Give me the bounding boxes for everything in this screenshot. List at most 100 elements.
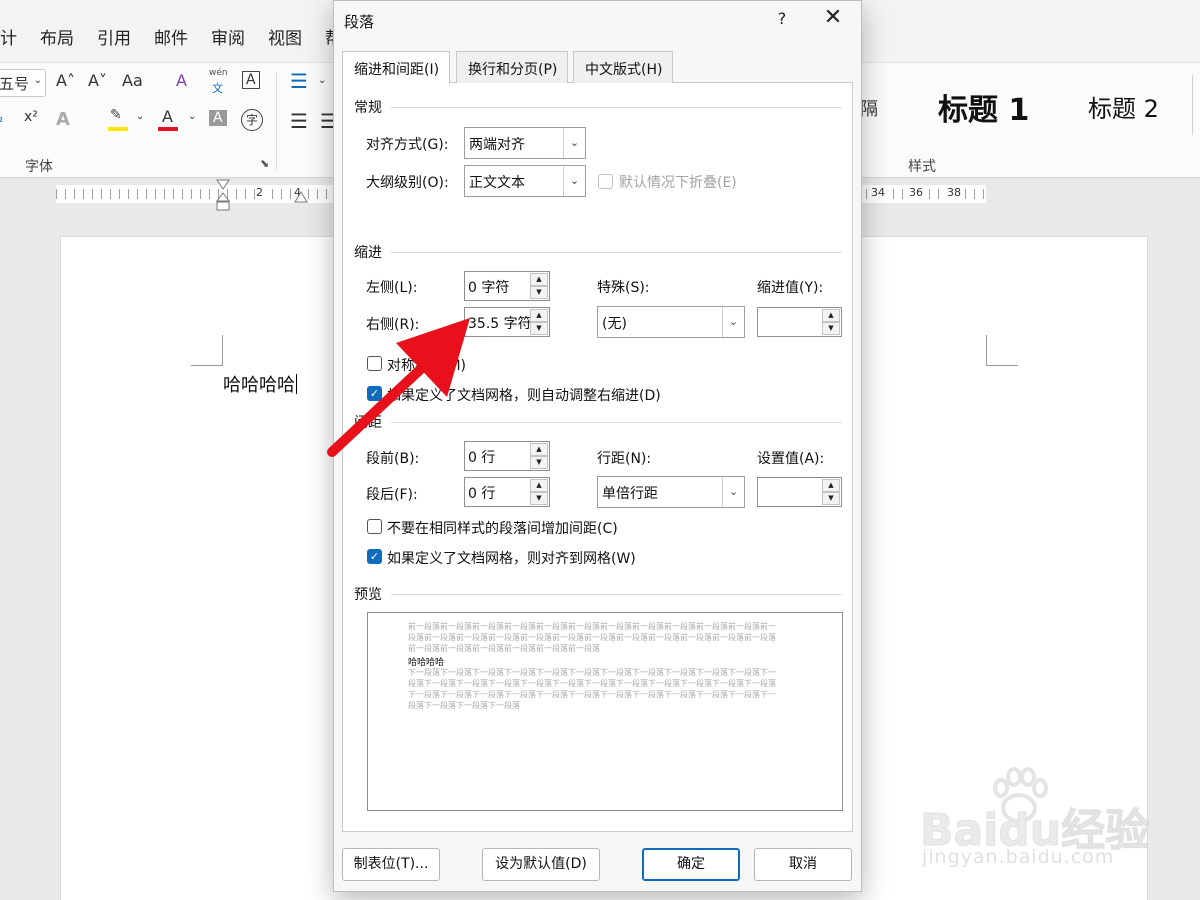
line-spacing-select[interactable]: 单倍行距 ⌄	[597, 476, 745, 508]
tab-panel-indents-spacing: 常规 对齐方式(G): 两端对齐 ⌄ 大纲级别(O): 正文文本 ⌄ 默认情况下…	[342, 82, 853, 832]
collapse-default-checkbox[interactable]	[598, 174, 613, 189]
superscript-icon[interactable]: x²	[24, 109, 38, 125]
style-no-spacing[interactable]: 隔	[860, 95, 878, 121]
spacing-at-spinner[interactable]: ▲ ▼	[757, 477, 842, 507]
special-indent-select[interactable]: (无) ⌄	[597, 306, 745, 338]
no-space-same-style-checkbox[interactable]	[367, 519, 382, 534]
ruler-number: 38	[946, 186, 962, 199]
spin-down-icon[interactable]: ▼	[822, 492, 840, 505]
styles-group-label: 样式	[908, 159, 936, 175]
tab-line-page-breaks[interactable]: 换行和分页(P)	[456, 51, 569, 83]
cancel-button[interactable]: 取消	[754, 848, 852, 881]
spin-down-icon[interactable]: ▼	[530, 286, 548, 299]
alignment-select[interactable]: 两端对齐 ⌄	[464, 127, 586, 159]
align-left-icon[interactable]: ☰	[290, 109, 308, 133]
phonetic-guide-top[interactable]: wén	[209, 68, 228, 78]
spin-up-icon[interactable]: ▲	[822, 309, 840, 322]
mirror-indents-checkbox[interactable]	[367, 356, 382, 371]
font-size-select[interactable]: 五号 ⌄	[0, 69, 46, 97]
left-indent-spinner[interactable]: 0 字符 ▲ ▼	[464, 271, 550, 301]
left-indent-label: 左侧(L):	[366, 280, 418, 296]
menu-references[interactable]: 引用	[97, 24, 131, 49]
document-text: 哈哈哈哈	[223, 375, 295, 396]
style-heading-2[interactable]: 标题 2	[1088, 89, 1159, 124]
help-icon[interactable]: ?	[770, 9, 794, 28]
text-cursor	[296, 374, 297, 394]
clear-format-icon[interactable]: A	[176, 71, 187, 90]
space-before-label: 段前(B):	[366, 451, 420, 467]
right-indent-spinner[interactable]: 35.5 字符 ▲ ▼	[464, 307, 550, 337]
spin-up-icon[interactable]: ▲	[822, 479, 840, 492]
divider	[391, 107, 842, 108]
document-paragraph[interactable]: 哈哈哈哈	[223, 371, 297, 397]
bullets-icon[interactable]: ☰	[290, 69, 308, 93]
close-icon[interactable]: ✕	[818, 5, 848, 30]
phonetic-guide-icon[interactable]: 文	[212, 80, 223, 96]
ruler-number: 36	[908, 186, 924, 199]
spinner-buttons: ▲ ▼	[822, 309, 840, 335]
spin-up-icon[interactable]: ▲	[530, 309, 548, 322]
change-case-icon[interactable]: Aa	[122, 71, 143, 90]
style-heading-1[interactable]: 标题 1	[938, 85, 1029, 129]
outline-level-select[interactable]: 正文文本 ⌄	[464, 165, 586, 197]
left-indent-value: 0 字符	[468, 280, 510, 296]
spin-down-icon[interactable]: ▼	[530, 322, 548, 335]
snap-to-grid-checkbox[interactable]: ✓	[367, 549, 382, 564]
chevron-down-icon: ⌄	[722, 477, 744, 507]
highlight-icon[interactable]: ✎	[108, 107, 130, 131]
margin-corner-left	[191, 365, 223, 366]
spin-down-icon[interactable]: ▼	[530, 456, 548, 469]
shrink-font-icon[interactable]: A˅	[88, 71, 107, 90]
grow-font-icon[interactable]: A˄	[56, 71, 75, 90]
spin-up-icon[interactable]: ▲	[530, 479, 548, 492]
space-before-spinner[interactable]: 0 行 ▲ ▼	[464, 441, 550, 471]
chevron-down-icon[interactable]: ⌄	[188, 111, 196, 122]
baidu-watermark: Baidu经验 jingyan.baidu.com	[916, 766, 1156, 876]
char-shading-icon[interactable]: A	[209, 110, 227, 126]
indent-by-spinner[interactable]: ▲ ▼	[757, 307, 842, 337]
spin-up-icon[interactable]: ▲	[530, 273, 548, 286]
spinner-buttons: ▲ ▼	[530, 443, 548, 469]
spin-down-icon[interactable]: ▼	[530, 492, 548, 505]
margin-corner-right	[986, 335, 987, 365]
section-general-heading: 常规	[354, 100, 382, 116]
spin-down-icon[interactable]: ▼	[822, 322, 840, 335]
enclose-char-icon[interactable]: 字	[241, 109, 263, 131]
tab-asian-typography[interactable]: 中文版式(H)	[573, 51, 674, 83]
first-line-indent-marker[interactable]	[215, 179, 231, 212]
spinner-buttons: ▲ ▼	[530, 479, 548, 505]
alignment-label: 对齐方式(G):	[366, 137, 449, 153]
menu-design[interactable]: 计	[0, 24, 17, 49]
special-indent-value: (无)	[602, 316, 627, 332]
menu-mailings[interactable]: 邮件	[154, 24, 188, 49]
font-color-icon[interactable]: A	[158, 107, 180, 131]
spinner-buttons: ▲ ▼	[530, 309, 548, 335]
menu-view[interactable]: 视图	[268, 24, 302, 49]
alignment-value: 两端对齐	[469, 137, 525, 153]
tabs-button[interactable]: 制表位(T)...	[342, 848, 440, 881]
preview-next-paragraph: 下一段落下一段落下一段落下一段落下一段落下一段落下一段落下一段落下一段落下一段落…	[408, 668, 776, 710]
menu-layout[interactable]: 布局	[40, 24, 74, 49]
right-indent-marker[interactable]	[293, 190, 309, 206]
space-after-spinner[interactable]: 0 行 ▲ ▼	[464, 477, 550, 507]
font-dialog-launcher-icon[interactable]: ⬊	[260, 157, 269, 170]
spinner-buttons: ▲ ▼	[822, 479, 840, 505]
divider	[391, 252, 842, 253]
paragraph-dialog: 段落 ? ✕ 常规 对齐方式(G): 两端对齐 ⌄ 大纲级别(O): 正文文本 …	[333, 0, 862, 892]
text-effect-icon[interactable]: A	[56, 109, 70, 130]
auto-adjust-right-indent-checkbox[interactable]: ✓	[367, 386, 382, 401]
line-spacing-label: 行距(N):	[597, 451, 652, 467]
spacing-at-label: 设置值(A):	[757, 451, 825, 467]
tab-indents-spacing[interactable]: 缩进和间距(I)	[342, 51, 451, 84]
set-default-button[interactable]: 设为默认值(D)	[482, 848, 600, 881]
section-preview-heading: 预览	[354, 587, 382, 603]
chevron-down-icon[interactable]: ⌄	[318, 75, 326, 86]
menu-review[interactable]: 审阅	[211, 24, 245, 49]
ruler-number: 2	[255, 186, 264, 199]
spin-up-icon[interactable]: ▲	[530, 443, 548, 456]
char-border-icon[interactable]: A	[242, 71, 260, 89]
ok-button[interactable]: 确定	[642, 848, 740, 881]
chevron-down-icon[interactable]: ⌄	[136, 111, 144, 122]
font-group-label: 字体	[25, 159, 53, 175]
subscript-icon[interactable]: ₂	[0, 111, 3, 126]
